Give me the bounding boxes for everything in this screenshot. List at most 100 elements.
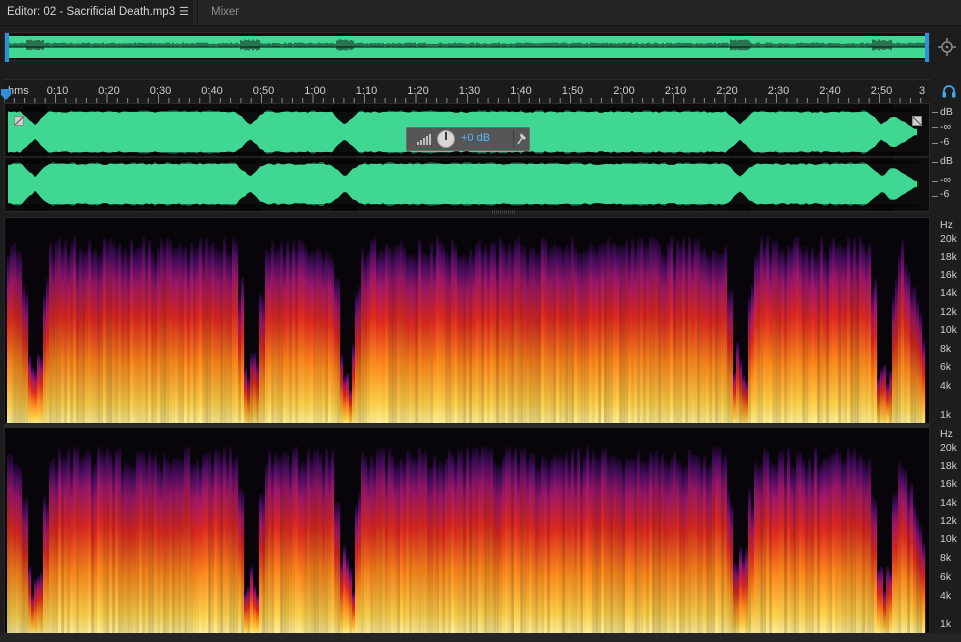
spectral-column: [457, 449, 461, 633]
spectral-column: [136, 451, 140, 633]
spectral-column: [64, 239, 68, 423]
spectral-column: [550, 459, 554, 633]
spectral-column: [43, 293, 47, 423]
spectral-column: [40, 357, 44, 423]
spectral-column: [814, 446, 818, 633]
ruler-tick-label: 2:30: [768, 85, 789, 97]
spectral-column: [442, 244, 446, 423]
ruler-tick-label: 2:20: [716, 85, 737, 97]
spectral-column: [94, 248, 98, 423]
spectral-column: [769, 253, 773, 423]
spectral-column: [109, 238, 113, 423]
spectral-column: [361, 450, 365, 633]
spectral-column: [658, 458, 662, 633]
overview-range-left-handle[interactable]: [5, 33, 9, 62]
spectral-column: [196, 247, 200, 423]
spectral-column: [706, 466, 710, 633]
spectral-column: [745, 547, 749, 633]
spectral-column: [481, 250, 485, 423]
spectral-column: [817, 253, 821, 423]
spectral-column: [178, 243, 182, 423]
spectral-column: [7, 255, 11, 423]
hz-label: 12k: [940, 515, 957, 527]
spectral-column: [244, 366, 248, 423]
zoom-crosshair-icon[interactable]: [938, 37, 958, 57]
tab-mixer-label: Mixer: [211, 6, 240, 18]
spectral-column: [322, 257, 326, 423]
spectral-display-right-channel[interactable]: [4, 427, 930, 634]
spectral-column: [838, 452, 842, 633]
spectral-column: [856, 458, 860, 633]
headphones-icon[interactable]: [941, 83, 957, 99]
spectral-column: [583, 456, 587, 633]
hz-label: 14k: [940, 497, 957, 509]
spectral-column: [175, 458, 179, 633]
tab-editor[interactable]: Editor: 02 - Sacrificial Death.mp3: [0, 0, 193, 25]
spectral-column: [634, 248, 638, 423]
spectral-column: [466, 446, 470, 633]
playhead-marker[interactable]: [0, 89, 12, 101]
spectral-column: [643, 244, 647, 423]
spectral-column: [88, 450, 92, 633]
spectral-column: [193, 463, 197, 633]
spectral-column: [682, 467, 686, 633]
volume-knob-icon[interactable]: [437, 130, 455, 148]
spectral-column: [292, 240, 296, 423]
spectral-column: [283, 255, 287, 423]
volume-hud[interactable]: +0 dB: [406, 127, 530, 151]
spectral-column: [91, 252, 95, 423]
spectral-display-left-channel[interactable]: [4, 217, 930, 424]
spectral-column: [595, 249, 599, 423]
panel-resize-grip[interactable]: [492, 210, 516, 214]
tab-mixer[interactable]: Mixer: [197, 0, 267, 25]
spectral-column: [385, 464, 389, 633]
spectral-column: [664, 255, 668, 423]
hud-separator: [513, 130, 514, 148]
waveform-display[interactable]: [4, 103, 930, 212]
spectral-column: [589, 243, 593, 423]
volume-value[interactable]: +0 dB: [461, 132, 490, 144]
spectral-column: [187, 446, 191, 633]
spectral-column: [190, 242, 194, 423]
spectral-column: [763, 246, 767, 423]
overview-range-right-handle[interactable]: [925, 33, 929, 62]
spectral-column: [544, 238, 548, 423]
spectral-column: [118, 448, 122, 633]
spectral-column: [916, 515, 920, 633]
spectral-column: [673, 257, 677, 423]
hz-label: 16k: [940, 269, 957, 281]
fade-in-handle[interactable]: [14, 116, 24, 126]
spectral-column: [487, 449, 491, 633]
spectral-column: [217, 451, 221, 633]
panel-menu-icon[interactable]: ☰: [179, 5, 189, 18]
spectral-column: [499, 236, 503, 423]
spectral-column: [52, 254, 56, 423]
pin-icon[interactable]: [517, 132, 529, 146]
spectral-column: [841, 246, 845, 423]
spectral-column: [691, 250, 695, 423]
spectral-column: [613, 242, 617, 423]
spectral-column: [640, 237, 644, 423]
spectral-column: [673, 451, 677, 633]
spectral-column: [799, 246, 803, 423]
hz-label: 1k: [940, 409, 952, 421]
spectral-column: [529, 454, 533, 633]
overview-waveform[interactable]: [4, 32, 931, 62]
fade-out-handle[interactable]: [912, 116, 922, 126]
hz-label: 4k: [940, 590, 952, 602]
spectral-column: [832, 238, 836, 423]
spectral-column: [19, 467, 23, 633]
spectral-column: [796, 452, 800, 633]
spectral-column: [403, 462, 407, 633]
spectral-column: [154, 454, 158, 633]
waveform-channel: [7, 154, 919, 211]
spectral-column: [421, 252, 425, 423]
spectral-column: [22, 498, 26, 633]
spectral-column: [721, 456, 725, 633]
spectral-column: [148, 240, 152, 423]
time-ruler[interactable]: hms 0:10 0:20 0:30 0:40 0:50 1:00 1:10 1:20 1:30 1…: [4, 79, 930, 103]
spectral-column: [424, 252, 428, 423]
spectral-column: [310, 251, 314, 423]
spectral-column: [904, 469, 908, 633]
scale-tick: [932, 127, 938, 128]
